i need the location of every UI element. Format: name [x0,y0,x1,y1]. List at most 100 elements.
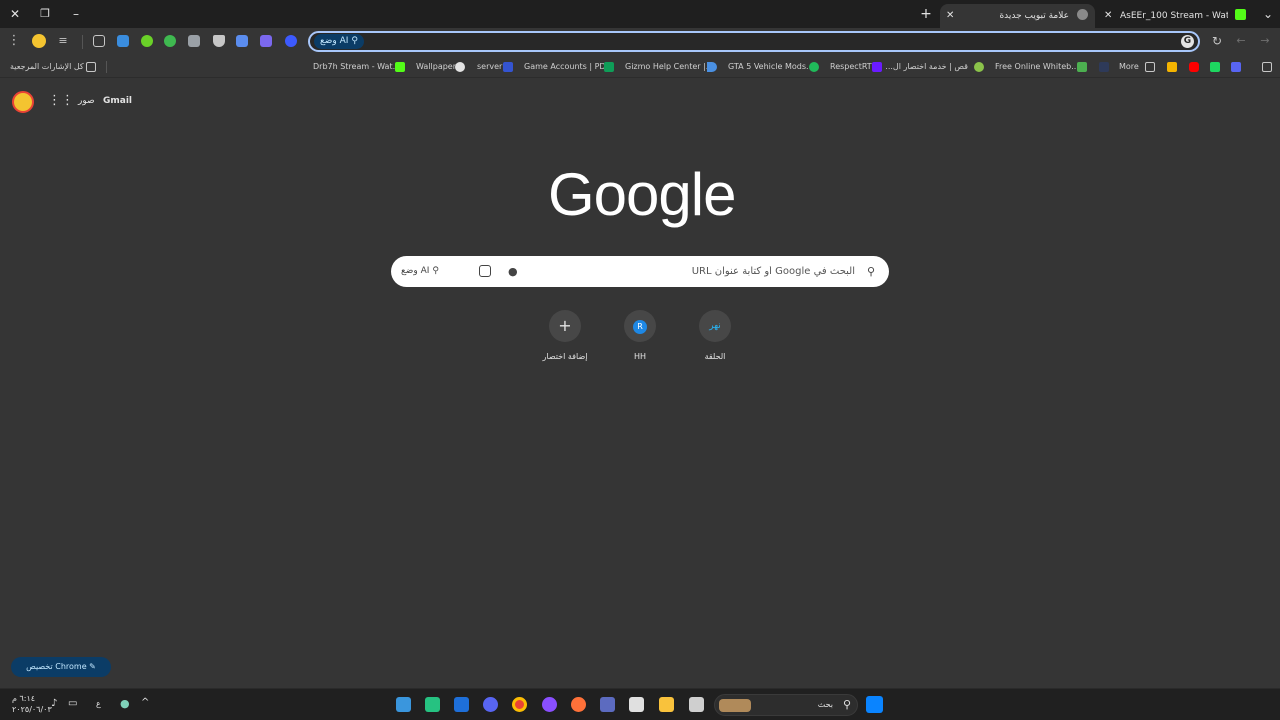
bookmark-whiteboard[interactable]: Free Online Whiteb... [995,60,1079,74]
taskbar-search-placeholder: بحث [817,700,833,709]
taskbar-app-3-icon[interactable] [454,697,469,712]
extension-purple-icon[interactable] [260,35,272,47]
shortcut-hh[interactable]: R HH [610,310,670,361]
bookmark-green-icon[interactable] [1210,62,1220,72]
bookmark-gta5[interactable]: GTA 5 Vehicle Mods... [728,60,814,74]
kick-icon [395,62,405,72]
chrome-icon[interactable] [512,697,527,712]
bookmark-respectrt[interactable]: RespectRT [830,60,872,74]
images-link[interactable]: صور [78,96,95,106]
profile-avatar[interactable] [32,34,46,48]
file-explorer-icon[interactable] [659,697,674,712]
extension-refresh-icon[interactable] [164,35,176,47]
back-button[interactable]: ← [1234,34,1248,48]
bookmark-wallpaper[interactable]: Wallpaper [416,60,456,74]
tab-search-button[interactable]: ⌄ [1260,6,1276,22]
folder-icon [1145,62,1155,72]
bookmark-blue-icon[interactable] [1231,62,1241,72]
shortcut-favicon: R [624,310,656,342]
forward-button[interactable]: → [1258,34,1272,48]
tab-title: علامة تبويب جديدة [999,11,1069,21]
shortener-icon [974,62,984,72]
taskbar-app-8-icon[interactable] [600,697,615,712]
bookmark-drb7h[interactable]: Drb7h Stream - Wat... [313,60,400,74]
bookmark-w-icon[interactable] [1167,62,1177,72]
new-tab-button[interactable]: + [918,6,934,22]
translate-extension-icon[interactable] [236,35,248,47]
microphone-icon[interactable]: ● [120,697,130,710]
bookmark-game-accounts[interactable]: Game Accounts | PDF [524,60,610,74]
volume-icon[interactable]: ♪ [51,698,57,709]
reload-button[interactable]: ↻ [1210,34,1224,48]
store-icon[interactable] [629,697,644,712]
shortcut-add[interactable]: + إضافة اختصار [535,310,595,361]
shortcut-label: الحلقة [704,352,726,361]
clock-date[interactable]: ٢٠٢٥/٠٦/٠٣ [12,705,52,714]
bookmark-dark-icon[interactable] [1099,62,1109,72]
customize-label: تخصيص Chrome [26,662,87,671]
respectrt-icon [872,62,882,72]
restore-window-button[interactable]: ❐ [37,6,53,22]
search-icon: ⚲ [866,265,875,278]
extension-green-icon[interactable] [141,35,153,47]
hh-favicon-icon: R [633,319,647,334]
sheets-icon [604,62,614,72]
start-windows-icon[interactable] [866,696,883,713]
ai-mode-label: وضع AI [320,36,349,46]
episode-favicon-icon: نهر [699,310,731,342]
kick-favicon-icon [1235,9,1246,20]
taskbar-app-2-icon[interactable] [425,697,440,712]
ai-mode-label: وضع AI [401,266,430,276]
tab-new-tab[interactable]: ✕ علامة تبويب جديدة [940,4,1095,28]
extension-blue-icon[interactable] [117,35,129,47]
google-lens-g-icon[interactable]: G [1181,35,1194,48]
account-avatar[interactable] [12,91,34,113]
minimize-window-button[interactable]: – [68,6,84,22]
network-icon[interactable]: ▭ [68,698,77,709]
ai-mode-button[interactable]: وضع AI ⚲ [401,264,439,279]
reading-list-icon[interactable]: ≡ [56,34,70,48]
taskbar-search[interactable]: بحث ⚲ [714,694,858,716]
extensions-puzzle-icon[interactable] [93,35,105,47]
whiteboard-icon [1077,62,1087,72]
shortcut-episode[interactable]: نهر الحلقة [685,310,745,361]
task-view-icon[interactable] [689,697,704,712]
search-input[interactable] [555,256,855,287]
microphone-icon[interactable]: ● [508,264,518,279]
bookmark-server[interactable]: server [477,60,502,74]
apps-grid-icon[interactable] [1262,62,1272,72]
taskbar: ٦:١٤ م ٢٠٢٥/٠٦/٠٣ ♪ ▭ ع ● ^ بحث ⚲ [0,688,1280,720]
gmail-link[interactable]: Gmail [103,96,132,106]
google-lens-icon[interactable] [479,265,491,277]
close-tab-icon[interactable]: ✕ [1104,6,1112,26]
extension-gray-icon[interactable] [188,35,200,47]
google-logo: Google [548,161,736,228]
bookmark-gizmo[interactable]: Gizmo Help Center |... [625,60,713,74]
youtube-icon[interactable] [1189,62,1199,72]
search-box[interactable]: وضع AI ⚲ ● ⚲ [391,256,889,287]
extension-round-blue-icon[interactable] [285,35,297,47]
bookmarks-more[interactable]: More [1119,60,1139,74]
close-window-button[interactable]: ✕ [7,6,23,22]
gizmo-icon [707,62,717,72]
search-icon: ⚲ [842,698,851,711]
clock-time[interactable]: ٦:١٤ م [12,694,35,703]
show-hidden-icons-chevron-icon[interactable]: ^ [141,697,149,708]
omnibox-ai-mode-chip[interactable]: وضع AI ⚲ [314,34,364,49]
extension-shield-icon[interactable] [213,35,225,47]
firefox-icon[interactable] [571,697,586,712]
close-tab-icon[interactable]: ✕ [946,6,954,26]
toolbar-divider [82,35,83,49]
chrome-menu-button[interactable]: ⋮ [7,34,21,48]
bookmark-shortener[interactable]: قص | خدمة اختصار ال... [885,60,968,74]
gta-icon [809,62,819,72]
customize-chrome-button[interactable]: تخصيص Chrome ✎ [11,657,111,677]
tab-stream[interactable]: ✕ AsEEr_100 Stream - Watch Live [1100,4,1252,28]
copilot-icon[interactable] [542,697,557,712]
omnibox[interactable]: وضع AI ⚲ G [308,31,1200,52]
all-bookmarks-label[interactable]: كل الإشارات المرجعية [10,60,84,74]
google-apps-icon[interactable]: ⋮⋮ [48,94,74,108]
input-language[interactable]: ع [96,699,101,708]
discord-icon[interactable] [483,697,498,712]
taskbar-app-1-icon[interactable] [396,697,411,712]
